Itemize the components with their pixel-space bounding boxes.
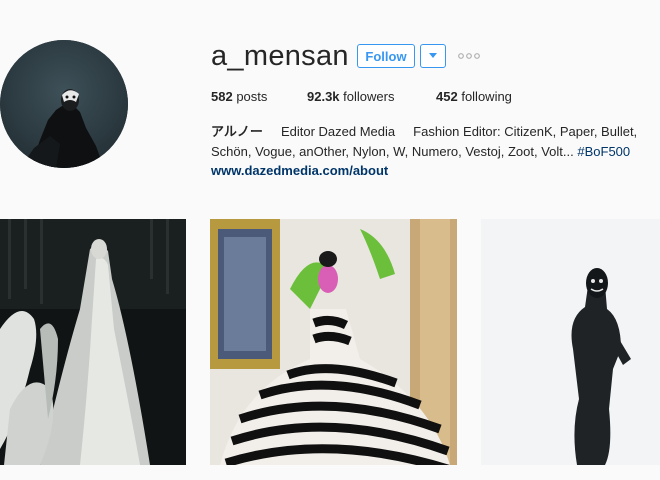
bio-hashtag[interactable]: #BoF500 — [577, 144, 630, 159]
post-thumbnail-3[interactable] — [481, 219, 660, 465]
post-thumbnail-2[interactable] — [210, 219, 457, 465]
post-thumbnail-1[interactable] — [0, 219, 186, 465]
follow-button[interactable]: Follow — [357, 44, 415, 68]
posts-count: 582 — [211, 89, 233, 104]
bio-text-2: Schön, Vogue, anOther, Nylon, W, Numero,… — [211, 144, 574, 159]
bio-line-1: アルノー Editor Dazed Media Fashion Editor: … — [211, 123, 637, 140]
bio-name: アルノー — [211, 124, 263, 139]
following-label: following — [461, 89, 512, 104]
profile-page: a_mensan Follow 582 posts 92.3k follower… — [0, 0, 660, 480]
bio-text-1: Editor Dazed Media Fashion Editor: Citiz… — [280, 124, 638, 139]
ellipsis-icon — [458, 53, 480, 59]
avatar[interactable] — [0, 40, 128, 168]
following-stat[interactable]: 452 following — [436, 89, 512, 104]
follow-options-button[interactable] — [420, 44, 446, 68]
followers-stat[interactable]: 92.3k followers — [307, 89, 394, 104]
chevron-down-icon — [429, 53, 437, 58]
followers-count: 92.3k — [307, 89, 340, 104]
bio-line-2: Schön, Vogue, anOther, Nylon, W, Numero,… — [211, 143, 630, 160]
posts-stat: 582 posts — [211, 89, 267, 104]
bio-website-link[interactable]: www.dazedmedia.com/about — [211, 163, 388, 178]
profile-username: a_mensan — [211, 40, 349, 72]
more-options-button[interactable] — [456, 48, 482, 64]
followers-label: followers — [343, 89, 395, 104]
following-count: 452 — [436, 89, 458, 104]
posts-label: posts — [236, 89, 268, 104]
